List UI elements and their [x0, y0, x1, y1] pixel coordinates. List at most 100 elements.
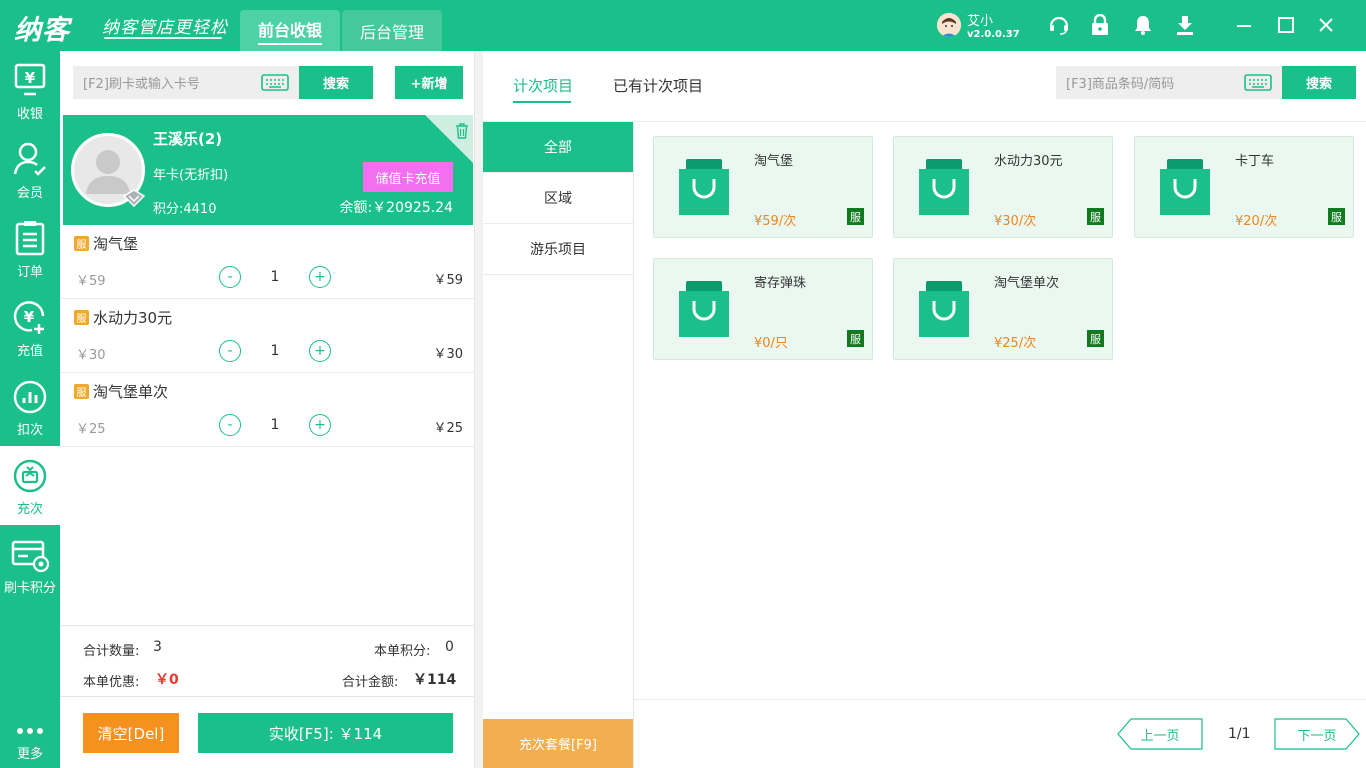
nav-item-deduct[interactable]: 扣次	[0, 367, 60, 446]
add-member-button[interactable]: +新增	[395, 66, 463, 99]
app-logo: 纳客	[14, 15, 70, 46]
tab-count-items[interactable]: 计次项目	[513, 75, 573, 96]
qty-plus-button[interactable]: +	[309, 340, 331, 362]
member-icon	[13, 142, 46, 176]
trash-icon[interactable]	[455, 123, 469, 139]
left-nav: ¥ 收银 会员 订单 ¥ 充值 扣次 充次 刷卡积分 更多	[0, 51, 60, 768]
nav-item-member[interactable]: 会员	[0, 130, 60, 209]
service-badge: 服	[1087, 330, 1104, 347]
nav-item-more[interactable]: 更多	[0, 711, 60, 768]
cashier-icon: ¥	[14, 63, 46, 96]
category-area[interactable]: 区域	[483, 173, 633, 224]
cart-item-unit-price: ￥25	[76, 422, 106, 437]
member-name: 王溪乐(2)	[153, 130, 223, 148]
headset-icon[interactable]	[1048, 14, 1070, 36]
shopping-bag-icon	[919, 159, 969, 215]
member-card: 王溪乐(2) 年卡(无折扣) 储值卡充值 积分:4410 余额:￥20925.2…	[63, 115, 473, 225]
cart-row[interactable]: 服 淘气堡 ￥59 - 1 + ￥59	[60, 225, 475, 299]
nav-item-cashier[interactable]: ¥ 收银	[0, 51, 60, 130]
lock-icon[interactable]	[1089, 14, 1111, 36]
order-discount-label: 本单优惠:	[83, 675, 140, 690]
active-tab-underline	[513, 101, 571, 103]
qty-minus-button[interactable]: -	[219, 414, 241, 436]
category-all[interactable]: 全部	[483, 122, 633, 173]
shopping-bag-icon	[919, 281, 969, 337]
product-name: 卡丁车	[1235, 154, 1275, 169]
slogan-underline	[104, 37, 222, 39]
product-card[interactable]: 卡丁车 ¥20/次 服	[1134, 136, 1354, 238]
cart-summary: 合计数量: 3 本单积分: 0 本单优惠: ￥0 合计金额: ￥114	[60, 625, 475, 697]
close-icon[interactable]	[1315, 14, 1337, 36]
maximize-icon[interactable]	[1275, 14, 1297, 36]
category-amusement[interactable]: 游乐项目	[483, 224, 633, 275]
stored-value-recharge-button[interactable]: 储值卡充值	[363, 162, 453, 192]
app-version: v2.0.0.37	[967, 29, 1020, 40]
service-badge: 服	[847, 208, 864, 225]
cart-item-qty[interactable]: 1	[265, 343, 285, 359]
service-badge: 服	[1087, 208, 1104, 225]
product-card[interactable]: 寄存弹珠 ¥0/只 服	[653, 258, 873, 360]
top-bar: 纳客 纳客管店更轻松 前台收银 后台管理 艾小 v2.0.0.37	[0, 0, 1366, 51]
cart-item-unit-price: ￥30	[76, 348, 106, 363]
product-name: 水动力30元	[994, 154, 1063, 169]
shopping-bag-icon	[679, 281, 729, 337]
nav-item-card-points[interactable]: 刷卡积分	[0, 525, 60, 604]
checkout-button[interactable]: 实收[F5]: ￥114	[198, 713, 453, 753]
nav-item-topup-count[interactable]: 充次	[0, 446, 60, 525]
member-balance: 余额:￥20925.24	[339, 200, 453, 216]
total-count-label: 合计数量:	[83, 644, 140, 659]
prev-page-button[interactable]: 上一页	[1117, 718, 1203, 750]
product-card[interactable]: 淘气堡单次 ¥25/次 服	[893, 258, 1113, 360]
barcode-search-button[interactable]: 搜索	[1282, 66, 1356, 99]
order-discount: ￥0	[155, 672, 179, 688]
pager-divider	[634, 699, 1366, 700]
download-icon[interactable]	[1174, 14, 1196, 36]
order-icon	[15, 221, 45, 256]
nav-item-recharge[interactable]: ¥ 充值	[0, 288, 60, 367]
nav-item-order[interactable]: 订单	[0, 209, 60, 288]
cart-row[interactable]: 服 淘气堡单次 ￥25 - 1 + ￥25	[60, 373, 475, 447]
app-slogan: 纳客管店更轻松	[102, 18, 228, 38]
next-page-button[interactable]: 下一页	[1274, 718, 1360, 750]
user-avatar-icon[interactable]	[937, 13, 961, 37]
product-name: 淘气堡单次	[994, 276, 1060, 291]
barcode-search-input[interactable]: [F3]商品条码/简码	[1056, 66, 1282, 99]
qty-minus-button[interactable]: -	[219, 266, 241, 288]
shopping-bag-icon	[1160, 159, 1210, 215]
bell-icon[interactable]	[1132, 14, 1154, 36]
member-points: 积分:4410	[153, 202, 217, 217]
count-package-button[interactable]: 充次套餐[F9]	[483, 719, 633, 768]
qty-plus-button[interactable]: +	[309, 414, 331, 436]
tab-back-office[interactable]: 后台管理	[342, 10, 442, 51]
qty-plus-button[interactable]: +	[309, 266, 331, 288]
service-badge: 服	[74, 384, 89, 399]
member-card-type: 年卡(无折扣)	[153, 168, 229, 183]
clear-cart-button[interactable]: 清空[Del]	[83, 713, 179, 753]
product-name: 淘气堡	[754, 154, 794, 169]
cart-item-qty[interactable]: 1	[265, 417, 285, 433]
cart-row[interactable]: 服 水动力30元 ￥30 - 1 + ￥30	[60, 299, 475, 373]
minimize-icon[interactable]	[1233, 14, 1255, 36]
cart-panel: [F2]刷卡或输入卡号 搜索 +新增 王溪乐(2) 年卡(无折扣) 储值卡充值 …	[60, 51, 475, 768]
service-badge: 服	[74, 236, 89, 251]
card-points-icon	[11, 540, 50, 573]
service-badge: 服	[847, 330, 864, 347]
products-panel: 计次项目 已有计次项目 [F3]商品条码/简码 搜索 全部 区域 游乐项目 充次…	[483, 51, 1366, 768]
card-search-input[interactable]: [F2]刷卡或输入卡号	[73, 66, 299, 99]
product-card[interactable]: 淘气堡 ¥59/次 服	[653, 136, 873, 238]
cart-item-qty[interactable]: 1	[265, 269, 285, 285]
tab-front-cashier[interactable]: 前台收银	[240, 10, 340, 51]
qty-minus-button[interactable]: -	[219, 340, 241, 362]
keyboard-icon[interactable]	[1244, 74, 1272, 91]
product-card[interactable]: 水动力30元 ¥30/次 服	[893, 136, 1113, 238]
card-search-button[interactable]: 搜索	[299, 66, 373, 99]
cart-item-name: 水动力30元	[93, 309, 173, 327]
product-name: 寄存弹珠	[754, 276, 807, 291]
level-badge-icon	[123, 189, 145, 207]
tab-existing-count-items[interactable]: 已有计次项目	[613, 75, 703, 96]
deduct-icon	[13, 380, 47, 414]
topup-count-icon	[13, 459, 47, 493]
keyboard-icon[interactable]	[261, 74, 289, 91]
more-dots-icon	[17, 728, 43, 734]
total-amount: ￥114	[413, 672, 457, 688]
